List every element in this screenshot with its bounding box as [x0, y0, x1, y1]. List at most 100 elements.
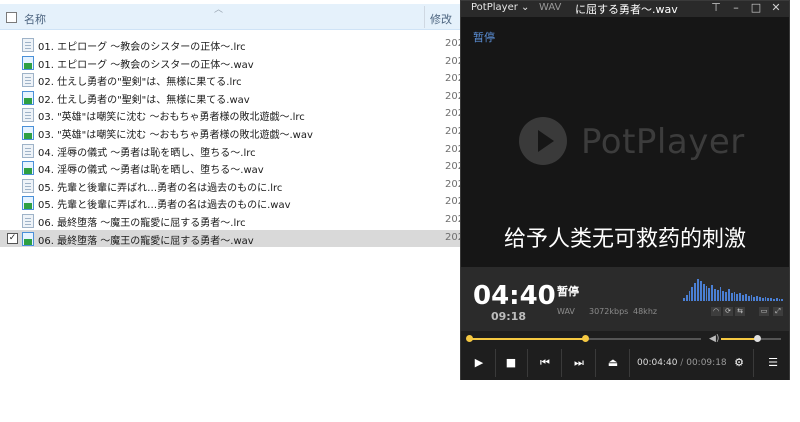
spectrum-bar — [764, 297, 767, 301]
file-name: 03. "英雄"は嘲笑に沈む ～おもちゃ勇者様の敗北遊戯～.lrc — [38, 112, 305, 124]
file-row[interactable]: 04. 淫辱の儀式 ～勇者は恥を晒し、堕ちる～.lrc 202 — [0, 142, 464, 160]
file-row[interactable]: 06. 最終堕落 ～魔王の寵愛に屈する勇者～.lrc 202 — [0, 212, 464, 230]
text-file-icon — [22, 38, 34, 52]
select-all-checkbox[interactable] — [6, 12, 17, 23]
spectrum-bar — [708, 288, 711, 301]
maximize-icon[interactable]: □ — [749, 1, 763, 14]
sort-ascending-icon: ︿ — [214, 5, 224, 15]
spectrum-bar — [767, 298, 770, 301]
spectrum-bar — [736, 294, 739, 301]
file-name: 01. エピローグ ～教会のシスターの正体～.lrc — [38, 42, 246, 53]
format-tab[interactable]: WAV — [539, 2, 561, 13]
column-date-header[interactable]: 修改 — [430, 11, 452, 27]
divider — [561, 349, 562, 377]
audio-file-icon — [22, 161, 34, 176]
text-file-icon — [22, 213, 34, 228]
repeat-icon[interactable]: ⟳ — [723, 307, 733, 316]
file-row[interactable]: 03. "英雄"は嘲笑に沈む ～おもちゃ勇者様の敗北遊戯～.wav 202 — [0, 124, 464, 142]
info-panel: 04:40 09:18 暂停 WAV 3072kbps 48khz ◠ ⟳ ⇆ … — [461, 267, 789, 331]
potplayer-logo-icon — [519, 117, 567, 165]
minimize-icon[interactable]: – — [729, 1, 743, 14]
audio-file-icon — [22, 231, 34, 246]
spectrum-bar — [728, 289, 730, 301]
player-titlebar[interactable]: PotPlayer ⌄ WAV に屈する勇者～.wav ⊤ – □ ✕ — [461, 1, 789, 17]
close-icon[interactable]: ✕ — [769, 1, 783, 14]
headphone-icon[interactable]: ◠ — [711, 307, 721, 316]
row-checkbox[interactable]: ✓ — [7, 232, 18, 244]
file-name: 05. 先輩と後輩に弄ばれ…勇者の名は過去のものに.lrc — [38, 182, 283, 194]
audio-file-icon — [22, 125, 34, 140]
stop-icon[interactable]: ■ — [503, 356, 519, 369]
spectrum-bar — [733, 292, 736, 301]
text-file-icon — [22, 73, 34, 88]
file-row[interactable]: 04. 淫辱の儀式 ～勇者は恥を晒し、堕ちる～.wav 202 — [0, 159, 464, 177]
file-row[interactable]: 03. "英雄"は嘲笑に沈む ～おもちゃ勇者様の敗北遊戯～.lrc 202 — [0, 106, 464, 124]
file-row[interactable]: 05. 先輩と後輩に弄ばれ…勇者の名は過去のものに.lrc 202 — [0, 177, 464, 195]
spectrum-bar — [773, 299, 775, 301]
column-separator[interactable] — [424, 6, 425, 28]
playback-state: 暂停 — [557, 285, 579, 298]
divider — [595, 349, 596, 377]
spectrum-bar — [730, 293, 733, 301]
control-bar: ▶ ■ ⏮ ⏭ ⏏ 00:04:40 / 00:09:18 ⚙ ☰ — [461, 347, 789, 380]
pin-icon[interactable]: ⊤ — [709, 1, 723, 14]
total-time: 09:18 — [491, 310, 527, 323]
seek-handle[interactable] — [582, 335, 589, 342]
next-icon[interactable]: ⏭ — [571, 356, 587, 370]
text-file-icon — [22, 178, 34, 193]
column-name-header[interactable]: 名称 — [24, 11, 46, 27]
player-brand-label: PotPlayer — [471, 2, 518, 13]
samplerate-label: 48khz — [633, 307, 658, 316]
file-name: 02. 仕えし勇者の"聖剣"は、無様に果てる.wav — [38, 94, 250, 106]
divider — [495, 349, 496, 377]
file-list: 01. エピローグ ～教会のシスターの正体～.lrc 202 01. エピローグ ～… — [0, 36, 464, 248]
spectrum-bar — [778, 299, 781, 301]
spectrum-bar — [688, 291, 691, 301]
spectrum-bar — [685, 295, 688, 301]
format-label: WAV — [557, 307, 575, 316]
seek-bar[interactable] — [466, 335, 701, 342]
shuffle-icon[interactable]: ⇆ — [735, 307, 745, 316]
spectrum-bar — [711, 285, 713, 301]
paused-osd: 暂停 — [473, 31, 495, 44]
divider — [753, 349, 754, 377]
video-area[interactable]: 暂停 PotPlayer 给予人类无可救药的刺激 — [461, 17, 789, 267]
file-row[interactable]: 01. エピローグ ～教会のシスターの正体～.lrc 202 — [0, 36, 464, 54]
seek-start-marker — [466, 335, 473, 342]
column-header: 名称 ︿ 修改 — [0, 4, 462, 30]
clock-total: 00:09:18 — [686, 358, 727, 368]
text-file-icon — [22, 108, 34, 123]
file-row[interactable]: 05. 先輩と後輩に弄ばれ…勇者の名は過去のものに.wav 202 — [0, 194, 464, 212]
file-explorer: 名称 ︿ 修改 01. エピローグ ～教会のシスターの正体～.lrc 202 01.… — [0, 0, 464, 422]
player-menu-button[interactable]: PotPlayer ⌄ — [471, 2, 529, 13]
fullscreen-icon[interactable]: ⤢ — [773, 307, 783, 316]
seek-progress — [469, 338, 585, 340]
volume-slider[interactable] — [721, 335, 781, 342]
spectrum-bar — [744, 294, 747, 301]
screen-icon[interactable]: ▭ — [759, 307, 769, 316]
spectrum-bar — [702, 284, 705, 301]
subtitle-text: 给予人类无可救药的刺激 — [503, 227, 746, 252]
divider — [527, 349, 528, 377]
audio-spectrum — [683, 277, 784, 301]
spectrum-bar — [753, 297, 756, 301]
settings-gear-icon[interactable]: ⚙ — [731, 356, 747, 369]
previous-icon[interactable]: ⏮ — [537, 356, 553, 370]
file-name: 06. 最終堕落 ～魔王の寵愛に屈する勇者～.lrc — [38, 217, 246, 229]
volume-handle[interactable] — [754, 335, 761, 342]
spectrum-bar — [725, 292, 727, 301]
audio-file-icon — [22, 196, 34, 211]
eject-icon[interactable]: ⏏ — [605, 356, 621, 369]
play-icon[interactable]: ▶ — [471, 356, 487, 369]
file-row[interactable]: 01. エピローグ ～教会のシスターの正体～.wav 202 — [0, 54, 464, 72]
file-row[interactable]: 02. 仕えし勇者の"聖剣"は、無様に果てる.wav 202 — [0, 89, 464, 107]
file-row[interactable]: ✓ 06. 最終堕落 ～魔王の寵愛に屈する勇者～.wav 202 — [0, 229, 464, 248]
menu-icon[interactable]: ☰ — [765, 356, 781, 369]
audio-file-icon — [22, 55, 34, 70]
file-row[interactable]: 02. 仕えし勇者の"聖剣"は、無様に果てる.lrc 202 — [0, 71, 464, 89]
spectrum-bar — [719, 287, 722, 301]
spectrum-bar — [697, 279, 699, 301]
file-name: 06. 最終堕落 ～魔王の寵愛に屈する勇者～.wav — [38, 235, 254, 247]
volume-icon[interactable]: ◀) — [709, 334, 719, 344]
file-name: 05. 先輩と後輩に弄ばれ…勇者の名は過去のものに.wav — [38, 200, 291, 212]
